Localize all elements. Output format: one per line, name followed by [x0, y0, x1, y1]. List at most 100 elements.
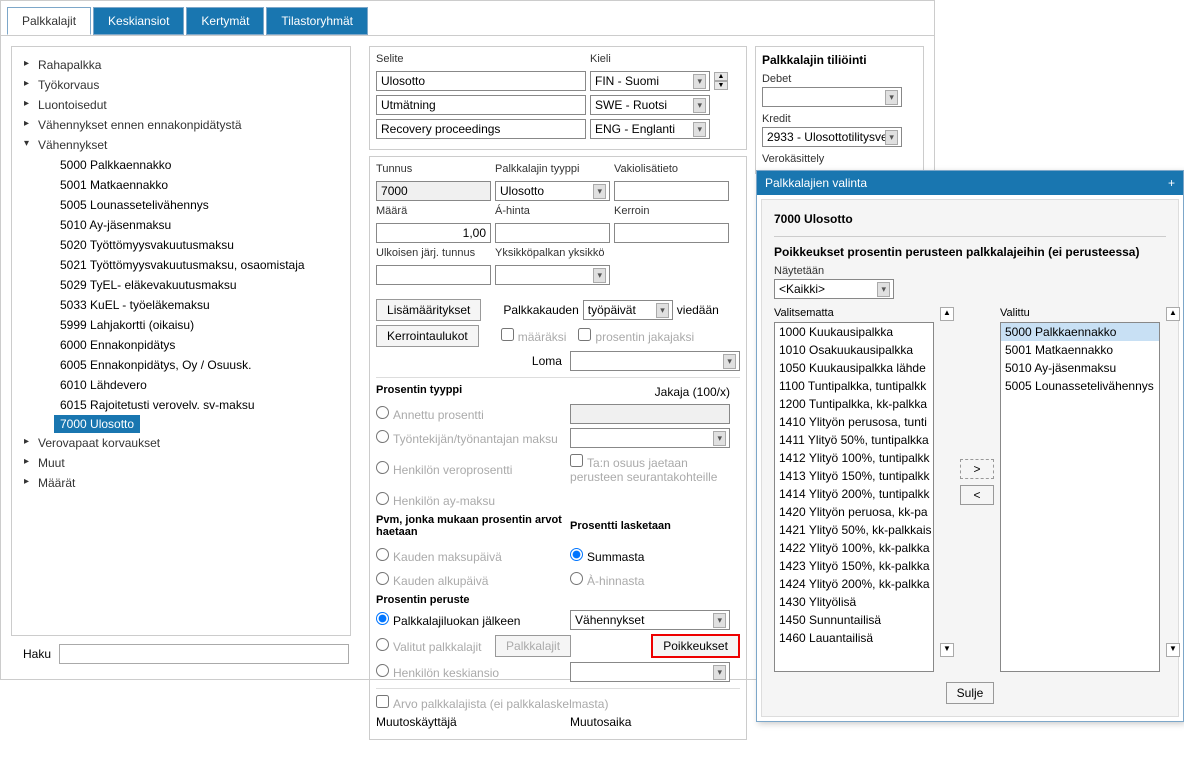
radio-maksup[interactable]: [376, 548, 389, 561]
tree-tyokorvaus[interactable]: Työkorvaus: [20, 75, 342, 95]
list-item[interactable]: 1414 Ylityö 200%, tuntipalkk: [775, 485, 933, 503]
list-item[interactable]: 1050 Kuukausipalkka lähde: [775, 359, 933, 377]
list-item[interactable]: 1421 Ylityö 50%, kk-palkkais: [775, 521, 933, 539]
loma-select[interactable]: [570, 351, 740, 371]
list-item[interactable]: 5010 Ay-jäsenmaksu: [1001, 359, 1159, 377]
right-listbox[interactable]: 5000 Palkkaennakko5001 Matkaennakko5010 …: [1000, 322, 1160, 672]
tyyppi-select[interactable]: [495, 181, 610, 201]
tree-item[interactable]: 5005 Lounassetelivähennys: [20, 195, 342, 215]
selite-input-1[interactable]: [376, 95, 586, 115]
tree-rahapalkka[interactable]: Rahapalkka: [20, 55, 342, 75]
tree-maarat[interactable]: Määrät: [20, 473, 342, 493]
radio-palkkaluok[interactable]: [376, 612, 389, 625]
tab-keskiansiot[interactable]: Keskiansiot: [93, 7, 184, 35]
palkkakauden-select[interactable]: [583, 300, 673, 320]
dialog-titlebar[interactable]: Palkkalajien valinta +: [757, 171, 1183, 195]
tree-item[interactable]: 6015 Rajoitetusti verovelv. sv-maksu: [20, 395, 342, 415]
move-right-button[interactable]: >: [960, 459, 994, 479]
list-item[interactable]: 1424 Ylityö 200%, kk-palkka: [775, 575, 933, 593]
ahinta-input[interactable]: [495, 223, 610, 243]
henkkesk-select[interactable]: [570, 662, 730, 682]
prosjak-check[interactable]: [578, 328, 591, 341]
tree-item[interactable]: 5033 KuEL - työeläkemaksu: [20, 295, 342, 315]
radio-annettu[interactable]: [376, 406, 389, 419]
list-item[interactable]: 1460 Lauantailisä: [775, 629, 933, 647]
list-item[interactable]: 1412 Ylityö 100%, tuntipalkk: [775, 449, 933, 467]
move-left-button[interactable]: <: [960, 485, 994, 505]
peruste-select[interactable]: [570, 610, 730, 630]
jakaja-input[interactable]: [570, 404, 730, 424]
vakio-input[interactable]: [614, 181, 729, 201]
tree-item[interactable]: 5999 Lahjakortti (oikaisu): [20, 315, 342, 335]
tunnus-input[interactable]: [376, 181, 491, 201]
kieli-select-0[interactable]: [590, 71, 710, 91]
yks-select[interactable]: [495, 265, 610, 285]
radio-ahinnasta[interactable]: [570, 572, 583, 585]
tree-item[interactable]: 5029 TyEL- eläkevakuutusmaksu: [20, 275, 342, 295]
tab-palkkalajit[interactable]: Palkkalajit: [7, 7, 91, 35]
tree-item[interactable]: 5021 Työttömyysvakuutusmaksu, osaomistaj…: [20, 255, 342, 275]
list-item[interactable]: 1422 Ylityö 100%, kk-palkka: [775, 539, 933, 557]
radio-tyontek[interactable]: [376, 430, 389, 443]
dialog-plus-icon[interactable]: +: [1168, 176, 1175, 190]
taosuus-check[interactable]: [570, 454, 583, 467]
ulk-input[interactable]: [376, 265, 491, 285]
palkkalajit-button[interactable]: Palkkalajit: [495, 635, 571, 657]
arvo-check[interactable]: [376, 695, 389, 708]
naytetaan-select[interactable]: [774, 279, 894, 299]
list-item[interactable]: 1000 Kuukausipalkka: [775, 323, 933, 341]
search-input[interactable]: [59, 644, 349, 664]
spinner-down[interactable]: ▼: [714, 81, 728, 90]
scroll-up-icon[interactable]: ▲: [940, 307, 954, 321]
tree-item[interactable]: 6005 Ennakonpidätys, Oy / Osuusk.: [20, 355, 342, 375]
tree-muut[interactable]: Muut: [20, 453, 342, 473]
list-item[interactable]: 5000 Palkkaennakko: [1001, 323, 1159, 341]
list-item[interactable]: 1411 Ylityö 50%, tuntipalkka: [775, 431, 933, 449]
radio-alkup[interactable]: [376, 572, 389, 585]
kieli-select-1[interactable]: [590, 95, 710, 115]
kerroin-input[interactable]: [614, 223, 729, 243]
tree-item[interactable]: 5000 Palkkaennakko: [20, 155, 342, 175]
lisamaaritukset-button[interactable]: Lisämääritykset: [376, 299, 481, 321]
tree-item[interactable]: 5001 Matkaennakko: [20, 175, 342, 195]
list-item[interactable]: 5005 Lounassetelivähennys: [1001, 377, 1159, 395]
list-item[interactable]: 1200 Tuntipalkka, kk-palkka: [775, 395, 933, 413]
kredit-select[interactable]: [762, 127, 902, 147]
list-item[interactable]: 1100 Tuntipalkka, tuntipalkk: [775, 377, 933, 395]
list-item[interactable]: 1010 Osakuukausipalkka: [775, 341, 933, 359]
tyontek-select[interactable]: [570, 428, 730, 448]
spinner-up[interactable]: ▲: [714, 72, 728, 81]
tree-luontoisedut[interactable]: Luontoisedut: [20, 95, 342, 115]
poikkeukset-button[interactable]: Poikkeukset: [651, 634, 740, 658]
radio-henkvero[interactable]: [376, 461, 389, 474]
debet-select[interactable]: [762, 87, 902, 107]
tree-item[interactable]: 5010 Ay-jäsenmaksu: [20, 215, 342, 235]
list-item[interactable]: 1420 Ylityön peruosa, kk-pa: [775, 503, 933, 521]
selite-input-0[interactable]: [376, 71, 586, 91]
selite-input-2[interactable]: [376, 119, 586, 139]
maaraksi-check[interactable]: [501, 328, 514, 341]
tree-vahennykset[interactable]: Vähennykset: [20, 135, 342, 155]
left-listbox[interactable]: 1000 Kuukausipalkka1010 Osakuukausipalkk…: [774, 322, 934, 672]
kieli-select-2[interactable]: [590, 119, 710, 139]
scroll-down-icon-2[interactable]: ▼: [1166, 643, 1180, 657]
tree-vahennykset-ennen[interactable]: Vähennykset ennen ennakonpidätystä: [20, 115, 342, 135]
list-item[interactable]: 1423 Ylityö 150%, kk-palkka: [775, 557, 933, 575]
list-item[interactable]: 1413 Ylityö 150%, tuntipalkk: [775, 467, 933, 485]
tree-item[interactable]: 6000 Ennakonpidätys: [20, 335, 342, 355]
radio-henkay[interactable]: [376, 492, 389, 505]
tree-item[interactable]: 6010 Lähdevero: [20, 375, 342, 395]
kerrointaulukot-button[interactable]: Kerrointaulukot: [376, 325, 479, 347]
tab-kertymat[interactable]: Kertymät: [186, 7, 264, 35]
maara-input[interactable]: [376, 223, 491, 243]
scroll-down-icon[interactable]: ▼: [940, 643, 954, 657]
radio-henkkesk[interactable]: [376, 664, 389, 677]
list-item[interactable]: 5001 Matkaennakko: [1001, 341, 1159, 359]
list-item[interactable]: 1450 Sunnuntailisä: [775, 611, 933, 629]
radio-valitut[interactable]: [376, 638, 389, 651]
sulje-button[interactable]: Sulje: [946, 682, 995, 704]
scroll-up-icon-2[interactable]: ▲: [1166, 307, 1180, 321]
tab-tilastoryhmat[interactable]: Tilastoryhmät: [266, 7, 368, 35]
radio-summasta[interactable]: [570, 548, 583, 561]
tree-verovapaat[interactable]: Verovapaat korvaukset: [20, 433, 342, 453]
